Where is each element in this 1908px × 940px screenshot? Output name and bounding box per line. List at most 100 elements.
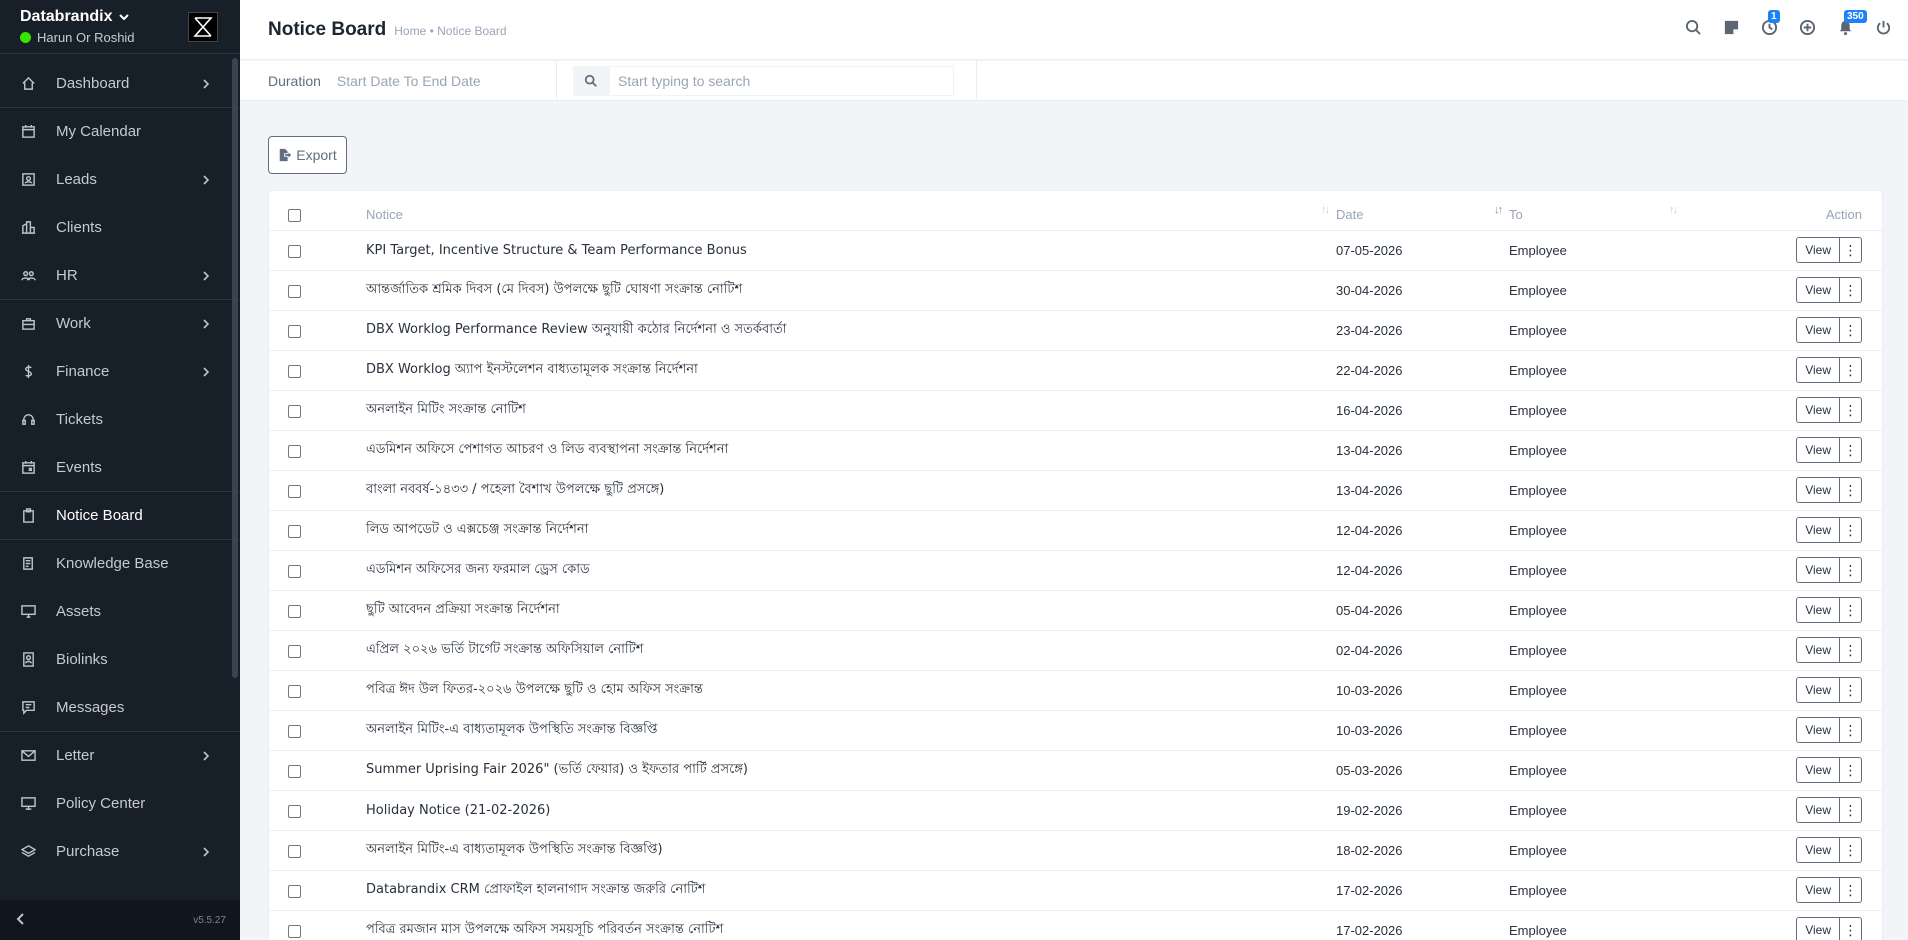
more-options-icon[interactable]: ⋮ <box>1840 397 1862 423</box>
row-checkbox[interactable] <box>288 644 301 658</box>
sidebar-item-letter[interactable]: Letter <box>0 732 240 780</box>
notice-title[interactable]: DBX Worklog অ্যাপ ইনস্টলেশন বাধ্যতামূলক … <box>366 362 698 377</box>
sidebar-item-clients[interactable]: Clients <box>0 204 240 252</box>
view-button[interactable]: View <box>1796 557 1840 583</box>
row-checkbox[interactable] <box>288 324 301 338</box>
more-options-icon[interactable]: ⋮ <box>1840 877 1862 903</box>
view-button[interactable]: View <box>1796 837 1840 863</box>
row-checkbox[interactable] <box>288 364 301 378</box>
sidebar-item-my-calendar[interactable]: My Calendar <box>0 108 240 156</box>
date-range-input[interactable]: Start Date To End Date <box>337 73 481 89</box>
sidebar-item-policy-center[interactable]: Policy Center <box>0 780 240 828</box>
notice-title[interactable]: এপ্রিল ২০২৬ ভর্তি টার্গেট সংক্রান্ত অফিস… <box>366 642 643 657</box>
more-options-icon[interactable]: ⋮ <box>1840 757 1862 783</box>
export-button[interactable]: Export <box>268 136 347 174</box>
notice-title[interactable]: পবিত্র রমজান মাস উপলক্ষে অফিস সময়সূচি প… <box>366 922 723 937</box>
sidebar-item-leads[interactable]: Leads <box>0 156 240 204</box>
sidebar-item-assets[interactable]: Assets <box>0 588 240 636</box>
view-button[interactable]: View <box>1796 917 1840 940</box>
notice-title[interactable]: এডমিশন অফিসের জন্য ফরমাল ড্রেস কোড <box>366 562 590 577</box>
more-options-icon[interactable]: ⋮ <box>1840 437 1862 463</box>
more-options-icon[interactable]: ⋮ <box>1840 557 1862 583</box>
sidebar-item-notice-board[interactable]: Notice Board <box>0 492 240 540</box>
notice-title[interactable]: অনলাইন মিটিং-এ বাধ্যতামূলক উপস্থিতি সংক্… <box>366 722 658 737</box>
more-options-icon[interactable]: ⋮ <box>1840 597 1862 623</box>
sidebar-item-work[interactable]: Work <box>0 300 240 348</box>
sidebar-item-finance[interactable]: Finance <box>0 348 240 396</box>
column-header-notice[interactable]: Notice ↑↓ <box>366 191 1336 231</box>
row-checkbox[interactable] <box>288 924 301 938</box>
more-options-icon[interactable]: ⋮ <box>1840 477 1862 503</box>
row-checkbox[interactable] <box>288 564 301 578</box>
more-options-icon[interactable]: ⋮ <box>1840 237 1862 263</box>
more-options-icon[interactable]: ⋮ <box>1840 637 1862 663</box>
more-options-icon[interactable]: ⋮ <box>1840 517 1862 543</box>
view-button[interactable]: View <box>1796 477 1840 503</box>
sidebar-item-purchase[interactable]: Purchase <box>0 828 240 876</box>
notice-title[interactable]: অনলাইন মিটিং সংক্রান্ত নোটিশ <box>366 402 526 417</box>
row-checkbox[interactable] <box>288 844 301 858</box>
collapse-sidebar-icon[interactable] <box>14 912 28 929</box>
sidebar-item-dashboard[interactable]: Dashboard <box>0 60 240 108</box>
view-button[interactable]: View <box>1796 717 1840 743</box>
row-checkbox[interactable] <box>288 484 301 498</box>
notice-title[interactable]: পবিত্র ঈদ উল ফিতর-২০২৬ উপলক্ষে ছুটি ও হো… <box>366 682 703 697</box>
more-options-icon[interactable]: ⋮ <box>1840 717 1862 743</box>
view-button[interactable]: View <box>1796 397 1840 423</box>
sidebar-item-events[interactable]: Events <box>0 444 240 492</box>
view-button[interactable]: View <box>1796 437 1840 463</box>
sticky-note-icon[interactable] <box>1720 16 1742 38</box>
row-checkbox[interactable] <box>288 284 301 298</box>
view-button[interactable]: View <box>1796 277 1840 303</box>
more-options-icon[interactable]: ⋮ <box>1840 317 1862 343</box>
view-button[interactable]: View <box>1796 797 1840 823</box>
sidebar-item-tickets[interactable]: Tickets <box>0 396 240 444</box>
more-options-icon[interactable]: ⋮ <box>1840 837 1862 863</box>
notification-bell-icon[interactable]: 350 <box>1834 10 1867 38</box>
row-checkbox[interactable] <box>288 684 301 698</box>
sidebar-item-biolinks[interactable]: Biolinks <box>0 636 240 684</box>
row-checkbox[interactable] <box>288 524 301 538</box>
power-icon[interactable] <box>1872 16 1894 38</box>
more-options-icon[interactable]: ⋮ <box>1840 357 1862 383</box>
notice-title[interactable]: অনলাইন মিটিং-এ বাধ্যতামূলক উপস্থিতি সংক্… <box>366 842 663 857</box>
sidebar-item-messages[interactable]: Messages <box>0 684 240 732</box>
duration-filter[interactable]: Duration Start Date To End Date <box>240 60 557 101</box>
more-options-icon[interactable]: ⋮ <box>1840 797 1862 823</box>
row-checkbox[interactable] <box>288 764 301 778</box>
view-button[interactable]: View <box>1796 517 1840 543</box>
view-button[interactable]: View <box>1796 757 1840 783</box>
sidebar-item-knowledge-base[interactable]: Knowledge Base <box>0 540 240 588</box>
row-checkbox[interactable] <box>288 444 301 458</box>
column-header-to[interactable]: To ↑↓ <box>1509 191 1684 231</box>
notice-title[interactable]: লিড আপডেট ও এক্সচেঞ্জ সংক্রান্ত নির্দেশন… <box>366 522 588 537</box>
row-checkbox[interactable] <box>288 244 301 258</box>
view-button[interactable]: View <box>1796 677 1840 703</box>
notice-title[interactable]: ছুটি আবেদন প্রক্রিয়া সংক্রান্ত নির্দেশন… <box>366 602 560 617</box>
sidebar-scrollbar[interactable] <box>232 58 238 678</box>
notice-title[interactable]: Databrandix CRM প্রোফাইল হালনাগাদ সংক্রা… <box>366 882 705 897</box>
clock-icon[interactable]: 1 <box>1758 10 1780 38</box>
search-icon[interactable] <box>1682 16 1704 38</box>
notice-title[interactable]: KPI Target, Incentive Structure & Team P… <box>366 243 747 258</box>
view-button[interactable]: View <box>1796 237 1840 263</box>
more-options-icon[interactable]: ⋮ <box>1840 677 1862 703</box>
column-header-date[interactable]: Date ↓↑ <box>1336 191 1509 231</box>
row-checkbox[interactable] <box>288 724 301 738</box>
notice-title[interactable]: আন্তর্জাতিক শ্রমিক দিবস (মে দিবস) উপলক্ষ… <box>366 282 742 297</box>
row-checkbox[interactable] <box>288 404 301 418</box>
notice-title[interactable]: DBX Worklog Performance Review অনুযায়ী … <box>366 322 787 337</box>
search-input[interactable] <box>609 65 954 96</box>
view-button[interactable]: View <box>1796 357 1840 383</box>
sidebar-item-hr[interactable]: HR <box>0 252 240 300</box>
view-button[interactable]: View <box>1796 597 1840 623</box>
add-icon[interactable] <box>1796 16 1818 38</box>
view-button[interactable]: View <box>1796 877 1840 903</box>
row-checkbox[interactable] <box>288 884 301 898</box>
notice-title[interactable]: এডমিশন অফিসে পেশাগত আচরণ ও লিড ব্যবস্থাপ… <box>366 442 728 457</box>
breadcrumb[interactable]: Home • Notice Board <box>394 24 506 38</box>
more-options-icon[interactable]: ⋮ <box>1840 917 1862 940</box>
row-checkbox[interactable] <box>288 804 301 818</box>
notice-title[interactable]: Summer Uprising Fair 2026" (ভর্তি ফেয়ার… <box>366 762 748 777</box>
select-all-checkbox[interactable] <box>288 208 301 222</box>
